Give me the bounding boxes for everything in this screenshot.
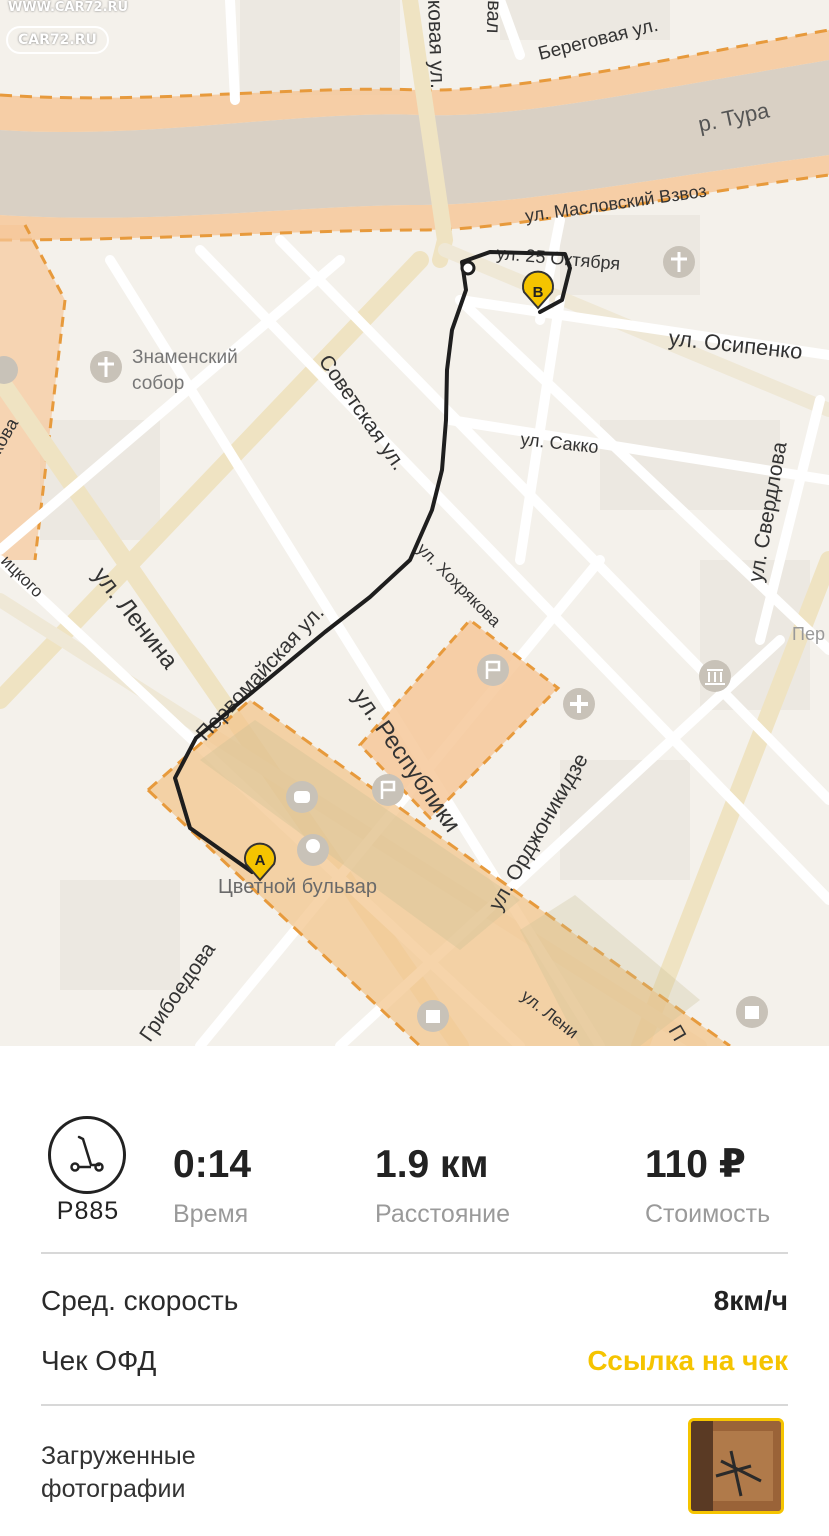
receipt-label: Чек ОФД — [41, 1345, 157, 1376]
route-end-dot — [460, 260, 476, 276]
route-map[interactable]: Береговая ул. р. Тура ул. Масловский Взв… — [0, 0, 829, 1046]
label-kovaya: ковая ул. — [423, 0, 449, 89]
watermark-logo: CAR72.RU — [6, 26, 109, 54]
label-sobor: собор — [132, 373, 184, 394]
photos-label: Загруженные фотографии — [41, 1442, 196, 1503]
time-label: Время — [173, 1200, 249, 1228]
label-znamensky: Знаменский — [132, 347, 238, 368]
label-pera: Пер — [792, 624, 825, 644]
stat-cost: 110 ₽ Стоимость — [645, 1145, 770, 1229]
cost-value: 110 ₽ — [645, 1143, 746, 1186]
marker-end-label: B — [533, 284, 544, 301]
divider — [41, 1404, 788, 1406]
marker-start-label: A — [255, 852, 266, 869]
receipt-link[interactable]: Ссылка на чек — [587, 1345, 788, 1377]
scooter-icon — [48, 1116, 126, 1194]
distance-label: Расстояние — [375, 1200, 511, 1228]
vehicle-id: P885 — [56, 1197, 120, 1225]
stat-distance: 1.9 км Расстояние — [375, 1145, 510, 1229]
avg-speed-label: Сред. скорость — [41, 1285, 239, 1316]
label-sovetskaya: Советская ул. — [314, 351, 410, 475]
label-val: вал — [482, 0, 505, 34]
divider — [41, 1252, 788, 1254]
photo-thumbnail[interactable] — [688, 1418, 784, 1514]
map-canvas: Береговая ул. р. Тура ул. Масловский Взв… — [0, 0, 829, 1046]
avg-speed-value: 8км/ч — [713, 1285, 788, 1316]
time-value: 0:14 — [173, 1143, 252, 1186]
distance-value: 1.9 км — [375, 1143, 489, 1186]
cost-label: Стоимость — [645, 1200, 771, 1228]
stat-time: 0:14 Время — [173, 1145, 251, 1229]
label-tsvetnoy: Цветной бульвар — [218, 876, 377, 898]
watermark-url: WWW.CAR72.RU — [8, 0, 129, 15]
